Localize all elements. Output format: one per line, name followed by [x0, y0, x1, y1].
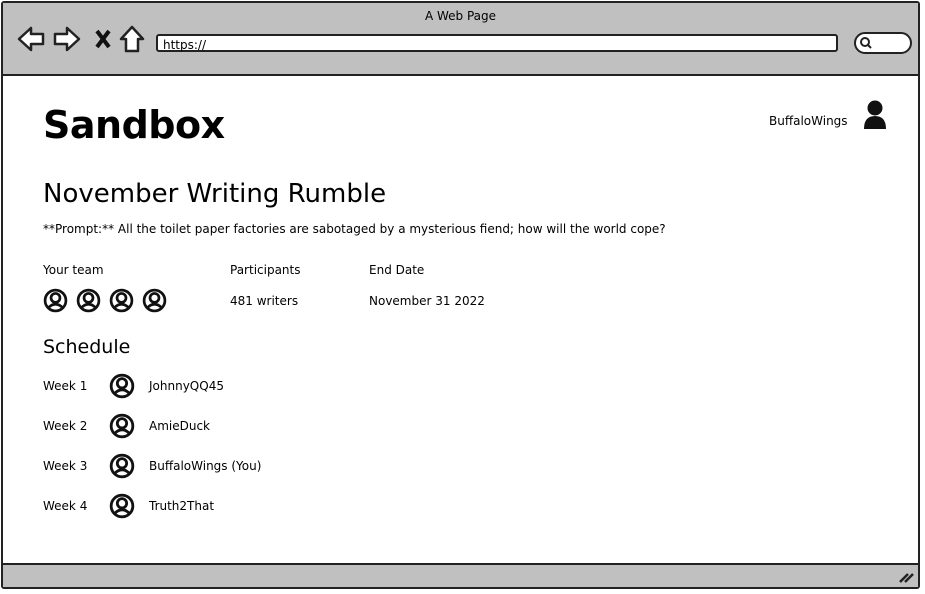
contest-prompt: **Prompt:** All the toilet paper factori…: [43, 222, 666, 236]
avatar-icon[interactable]: [109, 413, 135, 439]
schedule-row: Week 3 BuffaloWings (You): [43, 453, 261, 479]
team-member-avatar[interactable]: [142, 288, 167, 313]
participants-value: 481 writers: [230, 294, 299, 308]
week-label: Week 3: [43, 459, 88, 473]
window-title: A Web Page: [424, 9, 497, 23]
avatar-icon[interactable]: [109, 373, 135, 399]
team-member-avatar[interactable]: [76, 288, 101, 313]
search-button[interactable]: [854, 32, 912, 54]
avatar-icon[interactable]: [142, 288, 167, 313]
schedule-row: Week 1 JohnnyQQ45: [43, 373, 224, 399]
nav-icons: [17, 25, 145, 53]
browser-footer: [3, 563, 918, 587]
avatar-icon[interactable]: [43, 288, 68, 313]
end-date-label: End Date: [369, 263, 425, 277]
avatar-icon[interactable]: [109, 288, 134, 313]
contest-title: November Writing Rumble: [43, 179, 387, 209]
week-label: Week 4: [43, 499, 88, 513]
team-label: Your team: [43, 263, 104, 277]
home-icon[interactable]: [119, 25, 145, 53]
site-logo[interactable]: Sandbox: [43, 103, 225, 147]
week-label: Week 1: [43, 379, 88, 393]
back-arrow-icon[interactable]: [17, 26, 45, 52]
search-icon: [860, 37, 872, 49]
team-member-avatar[interactable]: [43, 288, 68, 313]
resize-grip-icon[interactable]: [898, 569, 914, 583]
team-avatars: [43, 288, 167, 313]
participants-label: Participants: [230, 263, 301, 277]
username-link[interactable]: BuffaloWings: [769, 114, 848, 128]
schedule-row: Week 2 AmieDuck: [43, 413, 210, 439]
team-member-avatar[interactable]: [109, 288, 134, 313]
user-icon[interactable]: [862, 99, 888, 131]
browser-window: A Web Page https:// Sandbox BuffaloWings…: [1, 1, 920, 589]
avatar-icon[interactable]: [109, 453, 135, 479]
avatar-icon[interactable]: [109, 493, 135, 519]
writer-name[interactable]: BuffaloWings (You): [149, 459, 261, 473]
schedule-row: Week 4 Truth2That: [43, 493, 214, 519]
close-x-icon[interactable]: [95, 29, 111, 49]
schedule-title: Schedule: [43, 336, 131, 358]
writer-name[interactable]: JohnnyQQ45: [149, 379, 224, 393]
end-date-value: November 31 2022: [369, 294, 485, 308]
week-label: Week 2: [43, 419, 88, 433]
browser-chrome: A Web Page https://: [3, 3, 918, 76]
writer-name[interactable]: AmieDuck: [149, 419, 210, 433]
writer-name[interactable]: Truth2That: [149, 499, 214, 513]
url-input[interactable]: https://: [156, 34, 838, 52]
forward-arrow-icon[interactable]: [53, 26, 81, 52]
avatar-icon[interactable]: [76, 288, 101, 313]
